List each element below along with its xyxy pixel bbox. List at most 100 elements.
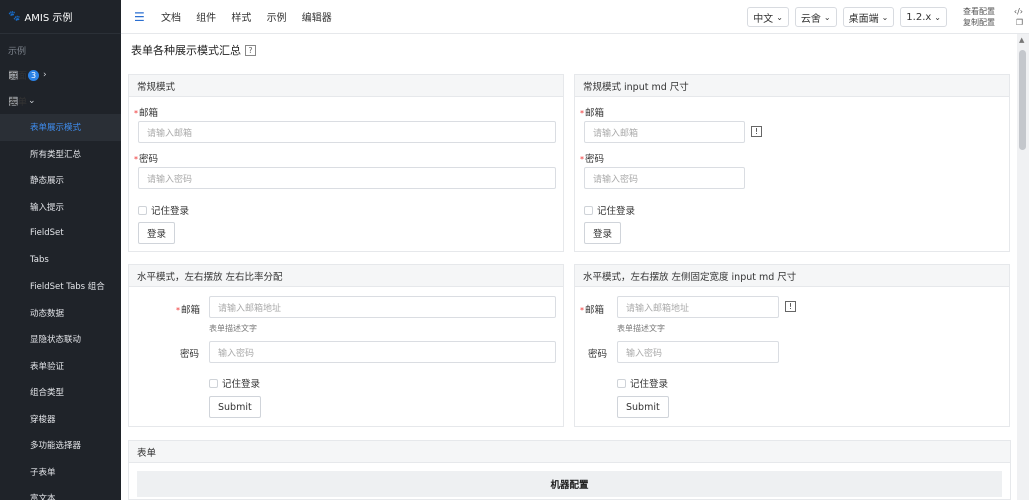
device-dropdown[interactable]: 桌面端 ⌄ xyxy=(842,7,895,27)
checkbox-label: 记住登录 xyxy=(597,206,636,217)
language-dropdown[interactable]: 中文 ⌄ xyxy=(747,7,789,27)
menu-toggle-icon[interactable]: ☰ xyxy=(134,10,148,24)
panel-title: 水平模式，左右摆放 左右比率分配 xyxy=(129,265,563,287)
view-config-link[interactable]: 查看配置 ‹/› xyxy=(963,6,1029,17)
remember-checkbox[interactable]: 记住登录 xyxy=(584,203,635,217)
config-links: 查看配置 ‹/› 复制配置 ❐ xyxy=(963,6,1029,28)
checkbox-label: 记住登录 xyxy=(222,379,261,390)
email-label-text: 邮箱 xyxy=(139,108,159,119)
table-column-group-header: 机器配置 xyxy=(137,471,1002,497)
password-input[interactable]: 请输入密码 xyxy=(584,167,745,189)
email-label: *邮箱 xyxy=(134,108,159,119)
copy-config-link[interactable]: 复制配置 ❐ xyxy=(963,17,1029,28)
email-input[interactable]: 请输入邮箱地址 xyxy=(209,296,556,318)
sidebar-subitem[interactable]: 输入提示 xyxy=(0,194,121,221)
nav-editor[interactable]: 编辑器 xyxy=(302,13,332,24)
hint-icon[interactable]: ! xyxy=(751,126,762,137)
email-label: *邮箱 xyxy=(580,305,605,316)
panel-table-form: 表单 机器配置 xyxy=(128,440,1011,500)
password-label: 密码 xyxy=(180,349,200,360)
brand[interactable]: 🐾 AMIS 示例 xyxy=(0,0,121,34)
password-label: *密码 xyxy=(580,154,605,165)
copy-icon: ❐ xyxy=(1015,18,1023,27)
panel-horizontal: 水平模式，左右摆放 左右比率分配 *邮箱 请输入邮箱地址 表单描述文字 密码 输… xyxy=(128,264,564,427)
sidebar-item-page[interactable]: ▦ 页面 3 › xyxy=(0,62,121,88)
nav-components[interactable]: 组件 xyxy=(196,13,216,24)
remember-checkbox[interactable]: 记住登录 xyxy=(617,376,668,390)
checkbox-label: 记住登录 xyxy=(151,206,190,217)
login-button[interactable]: 登录 xyxy=(138,222,176,244)
theme-dropdown[interactable]: 云舍 ⌄ xyxy=(794,7,837,27)
sidebar-section-label: 示例 xyxy=(8,47,27,57)
sidebar-item-label: 表单 xyxy=(8,97,28,108)
password-label-text: 密码 xyxy=(139,154,159,165)
sidebar-subitem[interactable]: 显隐状态联动 xyxy=(0,326,121,353)
remember-checkbox[interactable]: 记住登录 xyxy=(209,376,260,390)
password-input[interactable]: 请输入密码 xyxy=(138,167,556,189)
sidebar-subitem[interactable]: 动态数据 xyxy=(0,300,121,327)
sidebar-subitem[interactable]: 表单展示模式 xyxy=(0,114,121,141)
sidebar-subitem[interactable]: FieldSet xyxy=(0,220,121,247)
scroll-thumb[interactable] xyxy=(1019,50,1026,150)
code-icon: ‹/› xyxy=(1013,7,1023,16)
chevron-down-icon: ⌄ xyxy=(934,12,941,22)
dropdown-value: 中文 xyxy=(753,13,774,25)
sidebar-subitem[interactable]: 表单验证 xyxy=(0,353,121,380)
email-input[interactable]: 请输入邮箱地址 xyxy=(617,296,779,318)
remember-checkbox[interactable]: 记住登录 xyxy=(138,203,189,217)
submit-button[interactable]: Submit xyxy=(209,396,261,418)
nav-examples[interactable]: 示例 xyxy=(267,13,287,24)
sidebar-subitem[interactable]: 组合类型 xyxy=(0,379,121,406)
checkbox-box xyxy=(584,205,593,215)
checkbox-box xyxy=(138,205,147,215)
help-icon[interactable]: ? xyxy=(245,44,256,56)
sidebar-subitem[interactable]: 所有类型汇总 xyxy=(0,141,121,168)
email-description: 表单描述文字 xyxy=(209,324,257,333)
email-label-text: 邮箱 xyxy=(585,305,605,316)
header-right: 中文 ⌄ 云舍 ⌄ 桌面端 ⌄ 1.2.x ⌄ 查看配置 ‹/› 复制配置 ❐ xyxy=(747,0,1029,34)
sidebar-subitem[interactable]: Tabs xyxy=(0,247,121,274)
chevron-down-icon: ⌄ xyxy=(881,12,889,22)
brand-title: AMIS 示例 xyxy=(24,13,73,24)
dropdown-value: 云舍 xyxy=(800,13,821,25)
chevron-down-icon: ⌄ xyxy=(28,96,36,106)
dropdown-value: 桌面端 xyxy=(848,13,879,25)
sidebar-subitem[interactable]: 子表单 xyxy=(0,459,121,486)
view-config-label: 查看配置 xyxy=(963,7,995,16)
sidebar-subitem[interactable]: 静态展示 xyxy=(0,167,121,194)
email-label-text: 邮箱 xyxy=(181,305,201,316)
count-badge: 3 xyxy=(28,69,39,81)
nav-styles[interactable]: 样式 xyxy=(231,13,251,24)
sidebar-subitem[interactable]: 穿梭器 xyxy=(0,406,121,433)
checkbox-box xyxy=(209,378,218,388)
password-label-text: 密码 xyxy=(585,154,605,165)
page-title: 表单各种展示模式汇总 ? xyxy=(131,42,256,58)
copy-config-label: 复制配置 xyxy=(963,18,995,27)
checkbox-label: 记住登录 xyxy=(630,379,669,390)
sidebar-subitem[interactable]: 多功能选择器 xyxy=(0,432,121,459)
version-dropdown[interactable]: 1.2.x ⌄ xyxy=(900,7,947,27)
nav-docs[interactable]: 文档 xyxy=(161,13,181,24)
sidebar-subitem[interactable]: 富文本 xyxy=(0,485,121,500)
hint-icon[interactable]: ! xyxy=(785,301,796,312)
panel-horizontal-fixed: 水平模式，左右摆放 左侧固定宽度 input md 尺寸 *邮箱 请输入邮箱地址… xyxy=(574,264,1010,427)
password-input[interactable]: 输入密码 xyxy=(617,341,779,363)
scroll-up-icon[interactable]: ▲ xyxy=(1019,36,1024,44)
password-input[interactable]: 输入密码 xyxy=(209,341,556,363)
page-scrollbar[interactable]: ▲ xyxy=(1017,34,1029,500)
chevron-right-icon: › xyxy=(43,70,47,80)
email-input[interactable]: 请输入邮箱 xyxy=(138,121,556,143)
panel-title: 常规模式 input md 尺寸 xyxy=(575,75,1009,97)
chevron-down-icon: ⌄ xyxy=(776,12,783,22)
page-title-text: 表单各种展示模式汇总 xyxy=(131,44,241,57)
checkbox-box xyxy=(617,378,626,388)
dropdown-value: 1.2.x xyxy=(906,11,932,23)
submit-button[interactable]: Submit xyxy=(617,396,669,418)
login-button[interactable]: 登录 xyxy=(584,222,622,244)
panel-title: 表单 xyxy=(129,441,1010,463)
sidebar-item-form[interactable]: ▤ 表单 ⌄ xyxy=(0,88,121,114)
sidebar-subitem[interactable]: FieldSet Tabs 组合 xyxy=(0,273,121,300)
top-header: ☰ 文档 组件 样式 示例 编辑器 中文 ⌄ 云舍 ⌄ 桌面端 ⌄ 1.2.x ⌄ 查看… xyxy=(121,0,1029,34)
email-input[interactable]: 请输入邮箱 xyxy=(584,121,745,143)
panel-normal: 常规模式 *邮箱 请输入邮箱 *密码 请输入密码 记住登录 登录 xyxy=(128,74,564,252)
